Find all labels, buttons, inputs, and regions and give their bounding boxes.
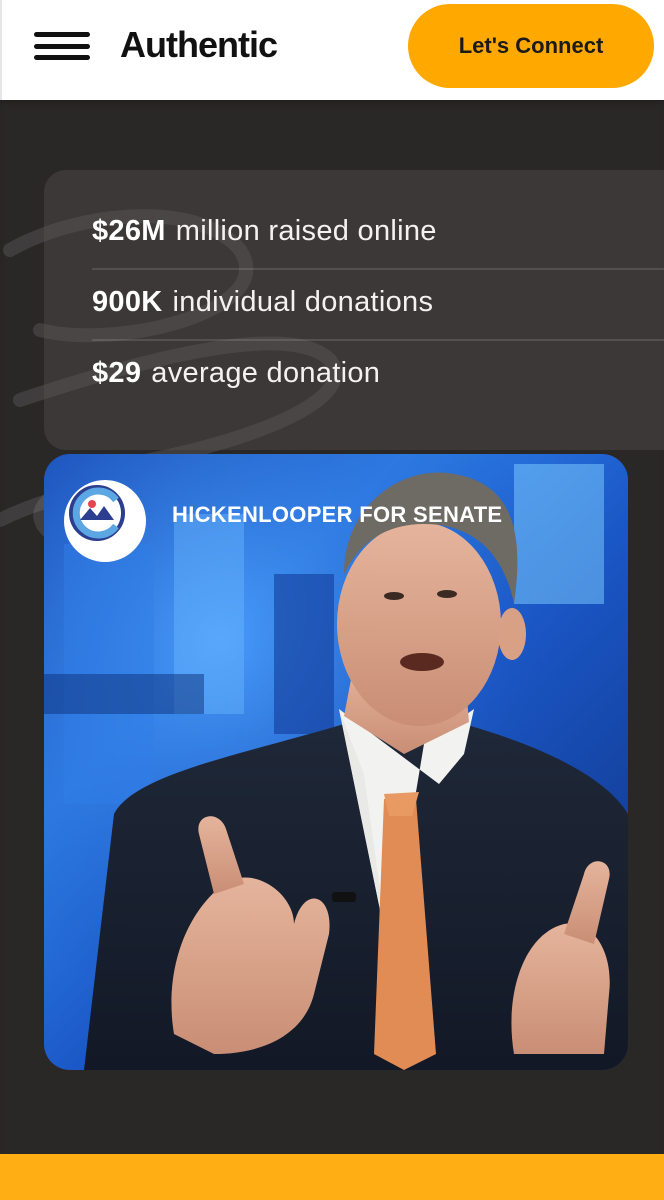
footer-accent-bar xyxy=(0,1154,664,1200)
stat-label: individual donations xyxy=(172,285,434,318)
stat-row: $29 average donation xyxy=(92,338,664,408)
case-study-section: $26M million raised online 900K individu… xyxy=(0,100,664,1154)
card-title: HICKENLOOPER FOR SENATE xyxy=(172,502,503,527)
stat-value: $29 xyxy=(92,356,142,389)
site-header: Authentic Let's Connect xyxy=(0,0,664,100)
lets-connect-button[interactable]: Let's Connect xyxy=(408,4,654,88)
stat-row: 900K individual donations xyxy=(92,267,664,337)
stat-value: 900K xyxy=(92,285,163,318)
hamburger-menu-icon[interactable] xyxy=(34,30,90,62)
colorado-c-mountain-logo-icon xyxy=(64,480,146,562)
case-study-card[interactable]: HICKENLOOPER FOR SENATE xyxy=(44,454,628,1070)
stat-value: $26M xyxy=(92,214,166,247)
stats-card: $26M million raised online 900K individu… xyxy=(44,170,664,450)
stat-label: million raised online xyxy=(175,214,437,247)
stat-label: average donation xyxy=(151,356,381,389)
stat-row: $26M million raised online xyxy=(92,196,664,266)
brand-logo[interactable]: Authentic xyxy=(120,24,278,66)
